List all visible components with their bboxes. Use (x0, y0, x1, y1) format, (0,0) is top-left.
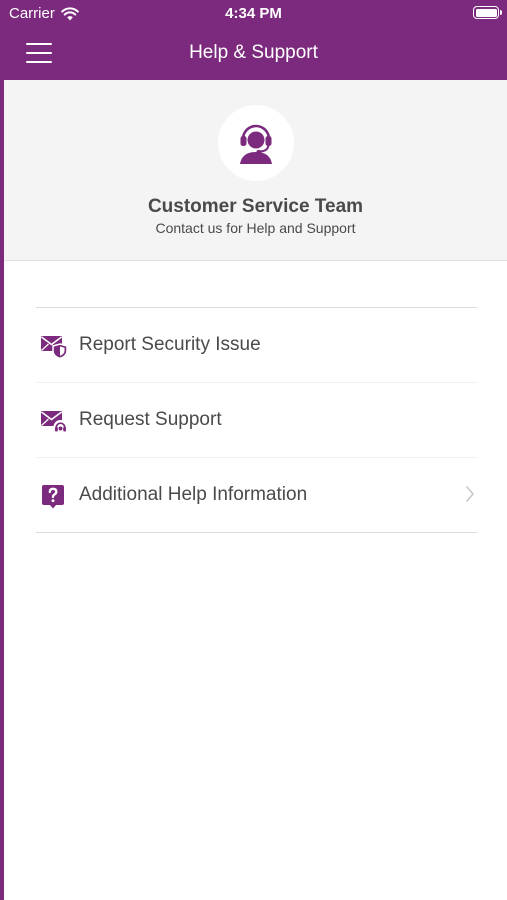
page-title: Help & Support (189, 42, 318, 63)
headset-agent-icon (240, 124, 272, 164)
battery-icon (473, 6, 502, 19)
customer-service-header: Customer Service Team Contact us for Hel… (4, 80, 507, 261)
additional-help-information-row[interactable]: Additional Help Information (36, 458, 477, 532)
report-security-issue-row[interactable]: Report Security Issue (36, 308, 477, 383)
status-time: 4:34 PM (225, 5, 282, 22)
mail-shield-icon (41, 336, 68, 359)
battery-level-fill (475, 8, 497, 17)
question-bubble-icon (42, 485, 64, 509)
team-subtitle: Contact us for Help and Support (155, 220, 356, 236)
mail-headset-icon (41, 411, 68, 434)
navigation-bar: Help & Support (0, 28, 507, 80)
status-bar: Carrier 4:34 PM (0, 0, 507, 28)
main-content: Customer Service Team Contact us for Hel… (4, 80, 507, 900)
team-name: Customer Service Team (147, 196, 364, 217)
menu-item-label: Request Support (79, 409, 222, 430)
chevron-right-icon (466, 486, 474, 502)
request-support-row[interactable]: Request Support (36, 383, 477, 458)
avatar (218, 105, 294, 181)
help-menu-list: Report Security Issue Request Support Ad… (36, 307, 477, 533)
menu-item-label: Report Security Issue (79, 334, 261, 355)
menu-item-label: Additional Help Information (79, 484, 308, 505)
